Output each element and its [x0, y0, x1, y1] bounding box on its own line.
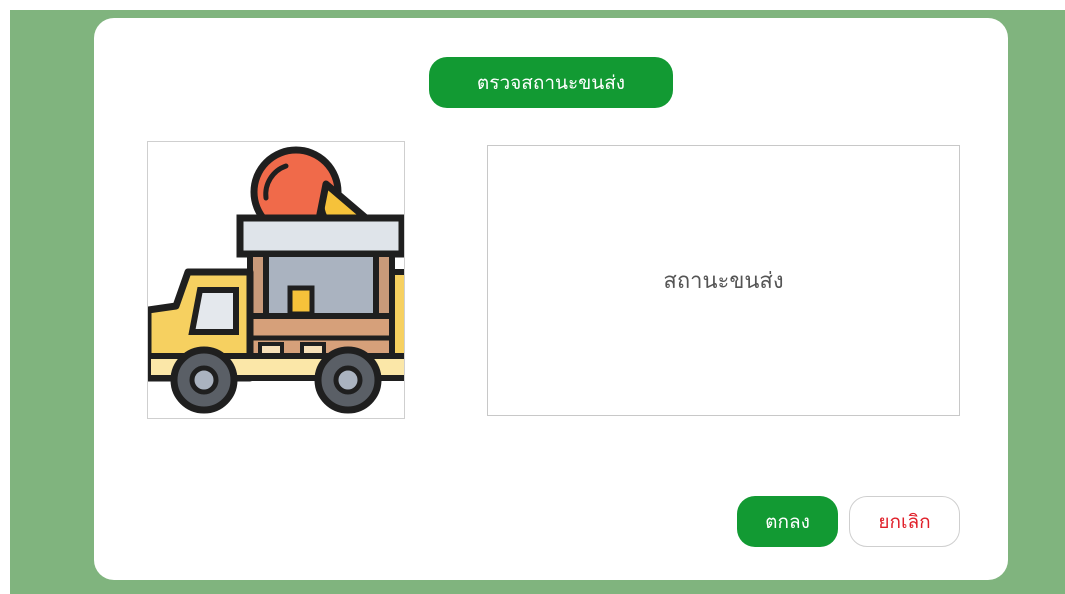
ok-button[interactable]: ตกลง: [737, 496, 838, 547]
food-truck-icon: [148, 146, 404, 414]
shipping-status-text: สถานะขนส่ง: [663, 269, 784, 294]
modal-backdrop: ตรวจสถานะขนส่ง สถานะขนส่ง ตกลง ยกเลิก: [10, 10, 1065, 594]
shipping-status-panel: สถานะขนส่ง: [487, 145, 960, 416]
dialog-title: ตรวจสถานะขนส่ง: [429, 57, 673, 108]
check-shipping-status-dialog: ตรวจสถานะขนส่ง สถานะขนส่ง ตกลง ยกเลิก: [94, 18, 1008, 580]
product-image: [147, 141, 405, 419]
cancel-button[interactable]: ยกเลิก: [849, 496, 960, 547]
